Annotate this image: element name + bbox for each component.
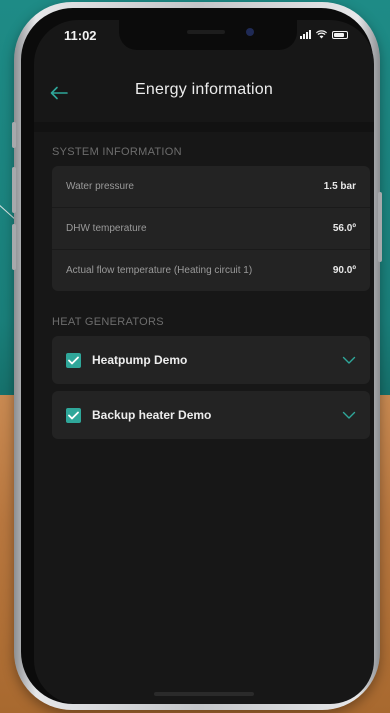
heat-generator-card-backup-heater: Backup heater Demo [52, 391, 370, 439]
header-divider [34, 122, 374, 132]
photo-backdrop: 11:02 Energy information SYSTEM INFORMAT… [0, 0, 390, 713]
speaker-grille [187, 30, 225, 34]
info-row-dhw-temperature: DHW temperature 56.0º [52, 208, 370, 250]
front-camera [246, 28, 254, 36]
battery-icon [332, 31, 348, 39]
phone-bezel: 11:02 Energy information SYSTEM INFORMAT… [21, 8, 374, 704]
status-icons [300, 30, 348, 39]
heat-generator-heatpump[interactable]: Heatpump Demo [52, 336, 370, 384]
notch [119, 20, 297, 50]
info-value: 1.5 bar [323, 181, 356, 192]
volume-down-button [12, 224, 16, 270]
home-indicator [154, 692, 254, 696]
info-label: Water pressure [66, 181, 134, 192]
page-title: Energy information [135, 81, 273, 98]
app-header: Energy information [34, 68, 374, 118]
checkbox-heatpump[interactable] [66, 352, 81, 368]
check-icon [68, 411, 79, 419]
status-time: 11:02 [64, 28, 97, 43]
info-row-flow-temperature: Actual flow temperature (Heating circuit… [52, 250, 370, 291]
checkbox-backup-heater[interactable] [66, 407, 81, 423]
heat-generator-card-heatpump: Heatpump Demo [52, 336, 370, 384]
info-label: DHW temperature [66, 223, 147, 234]
mute-switch [12, 122, 16, 148]
info-value: 90.0º [332, 265, 356, 276]
volume-up-button [12, 167, 16, 213]
heat-generator-label: Heatpump Demo [92, 353, 188, 367]
power-button [378, 192, 382, 262]
info-row-water-pressure: Water pressure 1.5 bar [52, 166, 370, 208]
info-value: 56.0º [332, 223, 356, 234]
chevron-down-icon[interactable] [342, 411, 356, 420]
heat-generator-label: Backup heater Demo [92, 408, 212, 422]
app-screen: 11:02 Energy information SYSTEM INFORMAT… [34, 20, 374, 704]
chevron-down-icon[interactable] [342, 356, 356, 365]
info-label: Actual flow temperature (Heating circuit… [66, 265, 253, 276]
cellular-signal-icon [300, 30, 311, 39]
system-information-card: Water pressure 1.5 bar DHW temperature 5… [52, 166, 370, 291]
wifi-icon [316, 30, 327, 39]
section-label-heat-generators: HEAT GENERATORS [52, 316, 164, 328]
section-label-system-information: SYSTEM INFORMATION [52, 146, 182, 158]
check-icon [68, 356, 79, 364]
heat-generator-backup-heater[interactable]: Backup heater Demo [52, 391, 370, 439]
phone-frame: 11:02 Energy information SYSTEM INFORMAT… [12, 2, 382, 710]
